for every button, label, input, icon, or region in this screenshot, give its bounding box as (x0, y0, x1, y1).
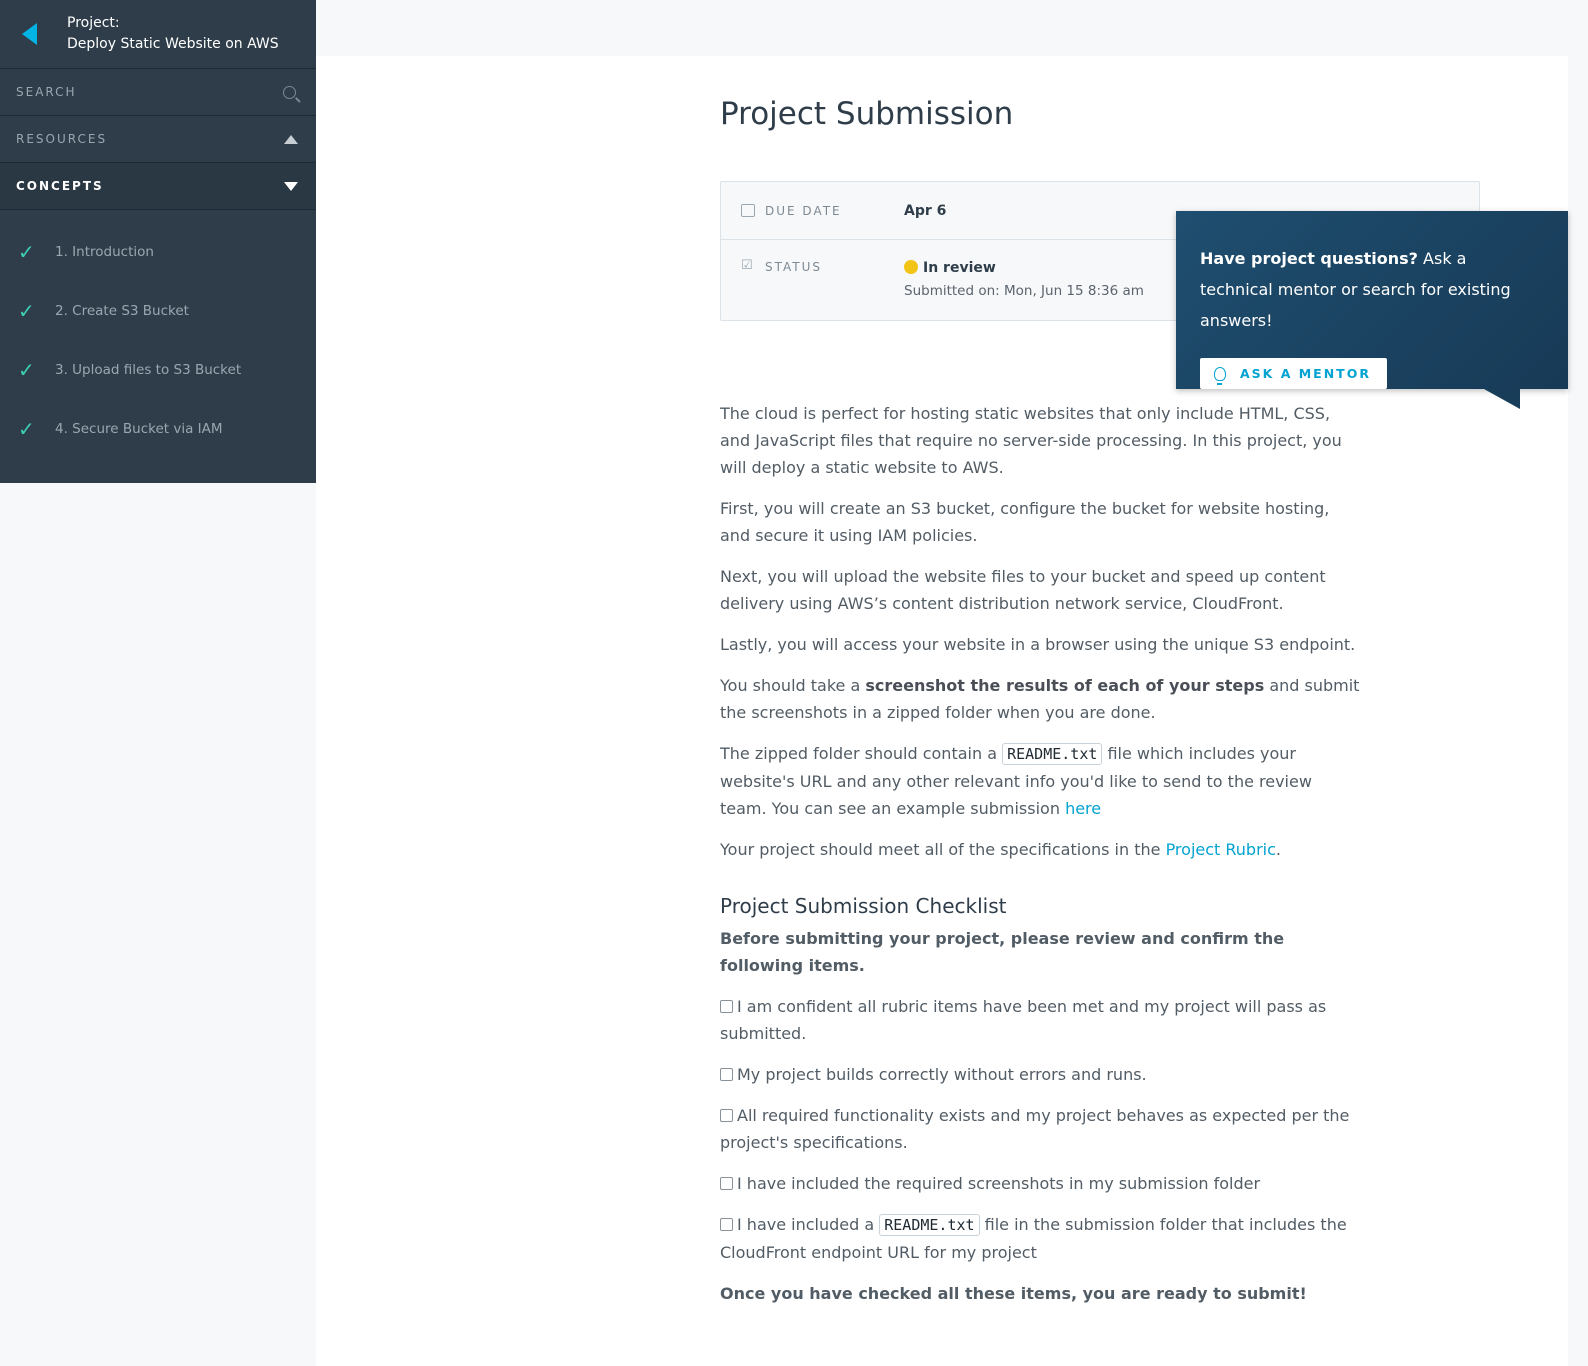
check-icon: ✓ (18, 416, 35, 441)
search-icon[interactable] (283, 85, 296, 99)
sidebar: Project: Deploy Static Website on AWS SE… (0, 0, 316, 483)
bold-text: screenshot the results of each of your s… (865, 676, 1265, 695)
concept-label: 4. Secure Bucket via IAM (55, 420, 223, 437)
mentor-callout: Have project questions? Ask a technical … (1176, 211, 1568, 409)
checklist-item: My project builds correctly without erro… (720, 1061, 1360, 1088)
checklist-item-label: All required functionality exists and my… (720, 1106, 1350, 1152)
lightbulb-icon (1214, 366, 1226, 385)
concept-label: 3. Upload files to S3 Bucket (55, 361, 242, 378)
intro-paragraph: The cloud is perfect for hosting static … (720, 404, 1342, 477)
concept-list: ✓ 1. Introduction ✓ 2. Create S3 Bucket … (0, 210, 316, 458)
checklist-item: I have included the required screenshots… (720, 1170, 1360, 1197)
due-date-label: DUE DATE (765, 203, 842, 218)
due-date-label-wrap: DUE DATE (741, 204, 904, 218)
mentor-question: Have project questions? (1200, 249, 1418, 268)
code-readme: README.txt (879, 1214, 980, 1236)
top-bar (316, 0, 1588, 56)
submitted-on: Submitted on: Mon, Jun 15 8:36 am (904, 283, 1144, 299)
check-icon: ✓ (18, 298, 35, 323)
status-label-wrap: STATUS (741, 258, 904, 275)
chevron-up-icon (284, 134, 298, 144)
text: I have included a (737, 1215, 880, 1234)
checkbox[interactable] (720, 1068, 733, 1081)
status-value: In review (923, 260, 996, 276)
checklist-item-label: I am confident all rubric items have bee… (720, 997, 1327, 1043)
text: The zipped folder should contain a (720, 744, 1003, 763)
concept-label: 2. Create S3 Bucket (55, 302, 189, 319)
concept-item[interactable]: ✓ 1. Introduction (0, 222, 316, 281)
mentor-text: Have project questions? Ask a technical … (1200, 243, 1544, 336)
checkbox[interactable] (720, 1218, 733, 1231)
due-date-value: Apr 6 (904, 202, 947, 219)
check-icon: ✓ (18, 357, 35, 382)
rubric-link[interactable]: Project Rubric (1166, 840, 1276, 859)
text: Your project should meet all of the spec… (720, 840, 1166, 859)
checklist-item: All required functionality exists and my… (720, 1102, 1360, 1156)
example-link[interactable]: here (1065, 799, 1101, 818)
checklist-item-label: I have included the required screenshots… (737, 1174, 1261, 1193)
chevron-down-icon (284, 181, 298, 191)
ask-mentor-label: ASK A MENTOR (1240, 366, 1371, 381)
checklist-icon (741, 258, 755, 274)
page-title: Project Submission (720, 96, 1014, 132)
calendar-icon (741, 204, 755, 217)
concept-label: 1. Introduction (55, 243, 154, 260)
checklist-final-note: Once you have checked all these items, y… (720, 1284, 1307, 1303)
checklist-title: Project Submission Checklist (720, 894, 1007, 918)
concept-item[interactable]: ✓ 3. Upload files to S3 Bucket (0, 340, 316, 399)
screenshot-paragraph: You should take a screenshot the results… (720, 672, 1360, 726)
concepts-label: CONCEPTS (16, 179, 104, 193)
project-description: The cloud is perfect for hosting static … (720, 400, 1360, 1321)
rubric-paragraph: Your project should meet all of the spec… (720, 836, 1360, 863)
back-arrow-icon[interactable] (22, 23, 37, 45)
concept-item[interactable]: ✓ 4. Secure Bucket via IAM (0, 399, 316, 458)
project-label: Project: (67, 15, 120, 31)
code-readme: README.txt (1002, 743, 1103, 765)
status-label: STATUS (765, 260, 823, 274)
checkbox[interactable] (720, 1109, 733, 1122)
search-label: SEARCH (16, 85, 77, 99)
text: You should take a (720, 676, 866, 695)
status-value-wrap: In review Submitted on: Mon, Jun 15 8:36… (904, 260, 1144, 299)
check-icon: ✓ (18, 239, 35, 264)
readme-paragraph: The zipped folder should contain a READM… (720, 740, 1360, 822)
sidebar-header[interactable]: Project: Deploy Static Website on AWS (0, 0, 316, 69)
checklist-item: I am confident all rubric items have bee… (720, 993, 1360, 1047)
project-title: Project: Deploy Static Website on AWS (67, 13, 279, 55)
checklist-subtitle: Before submitting your project, please r… (720, 929, 1285, 975)
checkbox[interactable] (720, 1177, 733, 1190)
intro-paragraph: First, you will create an S3 bucket, con… (720, 499, 1330, 545)
intro-paragraph: Next, you will upload the website files … (720, 567, 1326, 613)
checklist-item-label: My project builds correctly without erro… (737, 1065, 1147, 1084)
concept-item[interactable]: ✓ 2. Create S3 Bucket (0, 281, 316, 340)
project-name: Deploy Static Website on AWS (67, 36, 279, 52)
checkbox[interactable] (720, 1000, 733, 1013)
ask-mentor-button[interactable]: ASK A MENTOR (1200, 358, 1387, 389)
checklist-item: I have included a README.txt file in the… (720, 1211, 1360, 1266)
status-dot-icon (904, 260, 918, 274)
resources-label: RESOURCES (16, 132, 108, 146)
sidebar-resources[interactable]: RESOURCES (0, 116, 316, 163)
text: . (1275, 840, 1281, 859)
intro-paragraph: Lastly, you will access your website in … (720, 635, 1356, 654)
sidebar-concepts[interactable]: CONCEPTS (0, 163, 316, 210)
sidebar-search[interactable]: SEARCH (0, 69, 316, 116)
